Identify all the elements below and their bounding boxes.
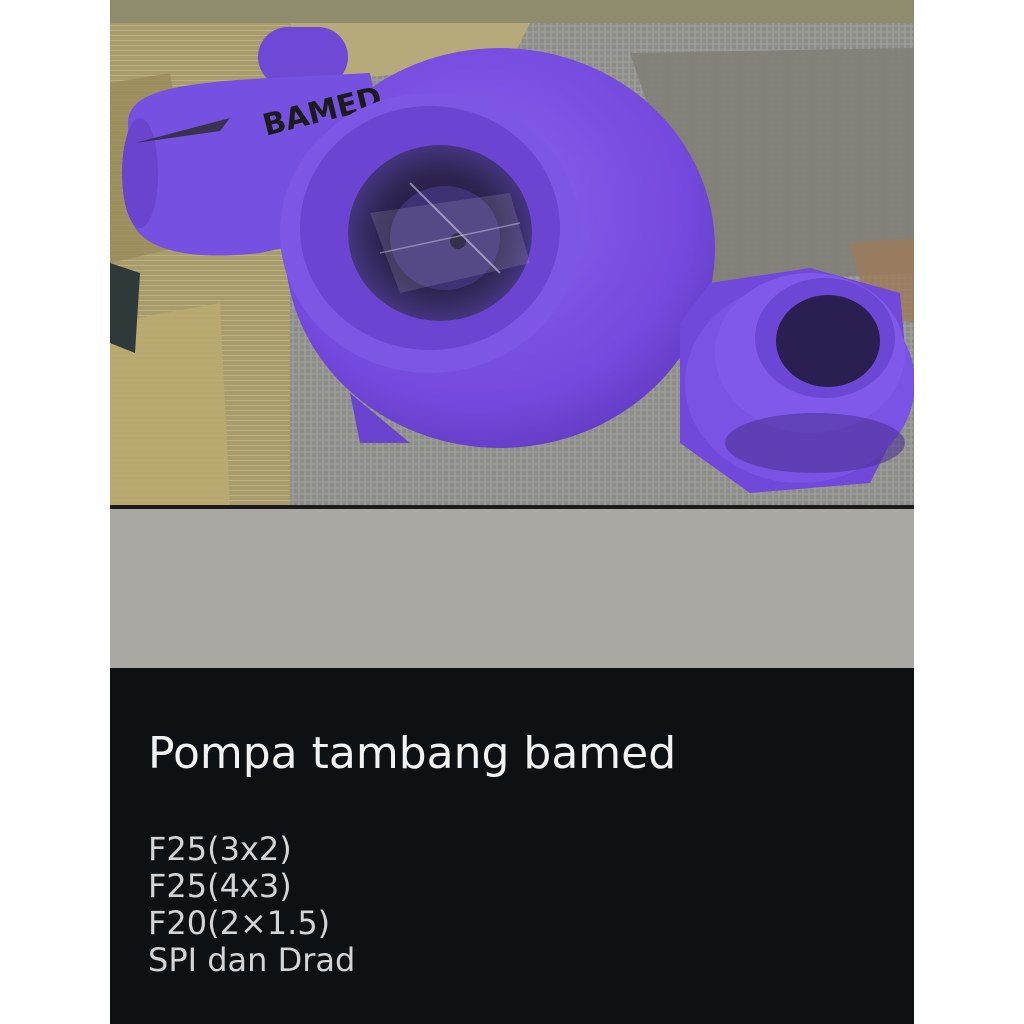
spec-item: F20(2×1.5) (148, 904, 331, 942)
spec-item: SPI dan Drad (148, 941, 356, 979)
top-strip (110, 0, 914, 23)
product-photo[interactable]: BAMED (110, 23, 914, 505)
caption-panel: Pompa tambang bamed F25(3x2) F25(4x3) F2… (110, 668, 914, 1024)
spec-item: F25(3x2) (148, 830, 292, 868)
adapter-opening (776, 295, 880, 387)
spec-item: F25(4x3) (148, 867, 292, 905)
spec-list: F25(3x2) F25(4x3) F20(2×1.5) SPI dan Dra… (148, 831, 355, 979)
viewer-screen: BAMED Pompa tambang bamed F25(3x2) F25(4… (110, 0, 914, 1024)
gray-band (110, 509, 914, 668)
post-title: Pompa tambang bamed (148, 728, 677, 779)
